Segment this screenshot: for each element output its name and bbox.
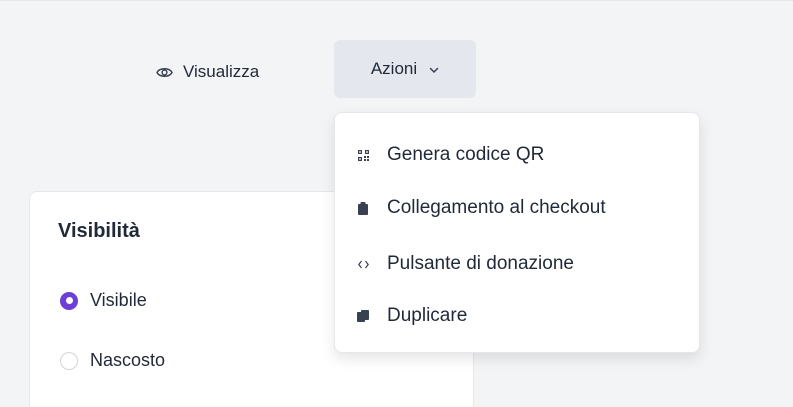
menu-item-label: Pulsante di donazione [387,253,574,274]
actions-menu: Genera codice QR Collegamento al checkou… [334,112,700,353]
actions-dropdown-button[interactable]: Azioni [334,40,476,98]
radio-checked-icon[interactable] [60,291,78,310]
clipboard-icon [357,201,369,215]
chevron-down-icon [429,65,439,74]
radio-visible[interactable]: Visibile [60,290,147,311]
toolbar: Visualizza Azioni [0,0,793,110]
view-button[interactable]: Visualizza [156,54,259,90]
menu-item-generate-qr[interactable]: Genera codice QR [357,144,544,166]
radio-hidden-label: Nascosto [90,350,166,370]
code-icon [357,260,369,269]
menu-item-label: Genera codice QR [387,144,545,165]
radio-visible-label: Visibile [90,290,147,310]
actions-button-label: Azioni [370,59,418,78]
menu-item-label: Duplicare [387,305,468,326]
menu-item-label: Collegamento al checkout [387,197,606,218]
menu-item-checkout-link[interactable]: Collegamento al checkout [357,197,606,219]
visibility-title: Visibilità [58,220,140,242]
menu-item-donation-button[interactable]: Pulsante di donazione [357,253,574,275]
menu-item-duplicate[interactable]: Duplicare [357,305,467,327]
copy-icon [357,310,369,322]
radio-hidden[interactable]: Nascosto [60,350,165,371]
qr-code-icon [357,149,369,161]
view-button-label: Visualizza [183,62,260,81]
eye-icon [156,66,173,79]
radio-unchecked-icon[interactable] [60,351,78,370]
